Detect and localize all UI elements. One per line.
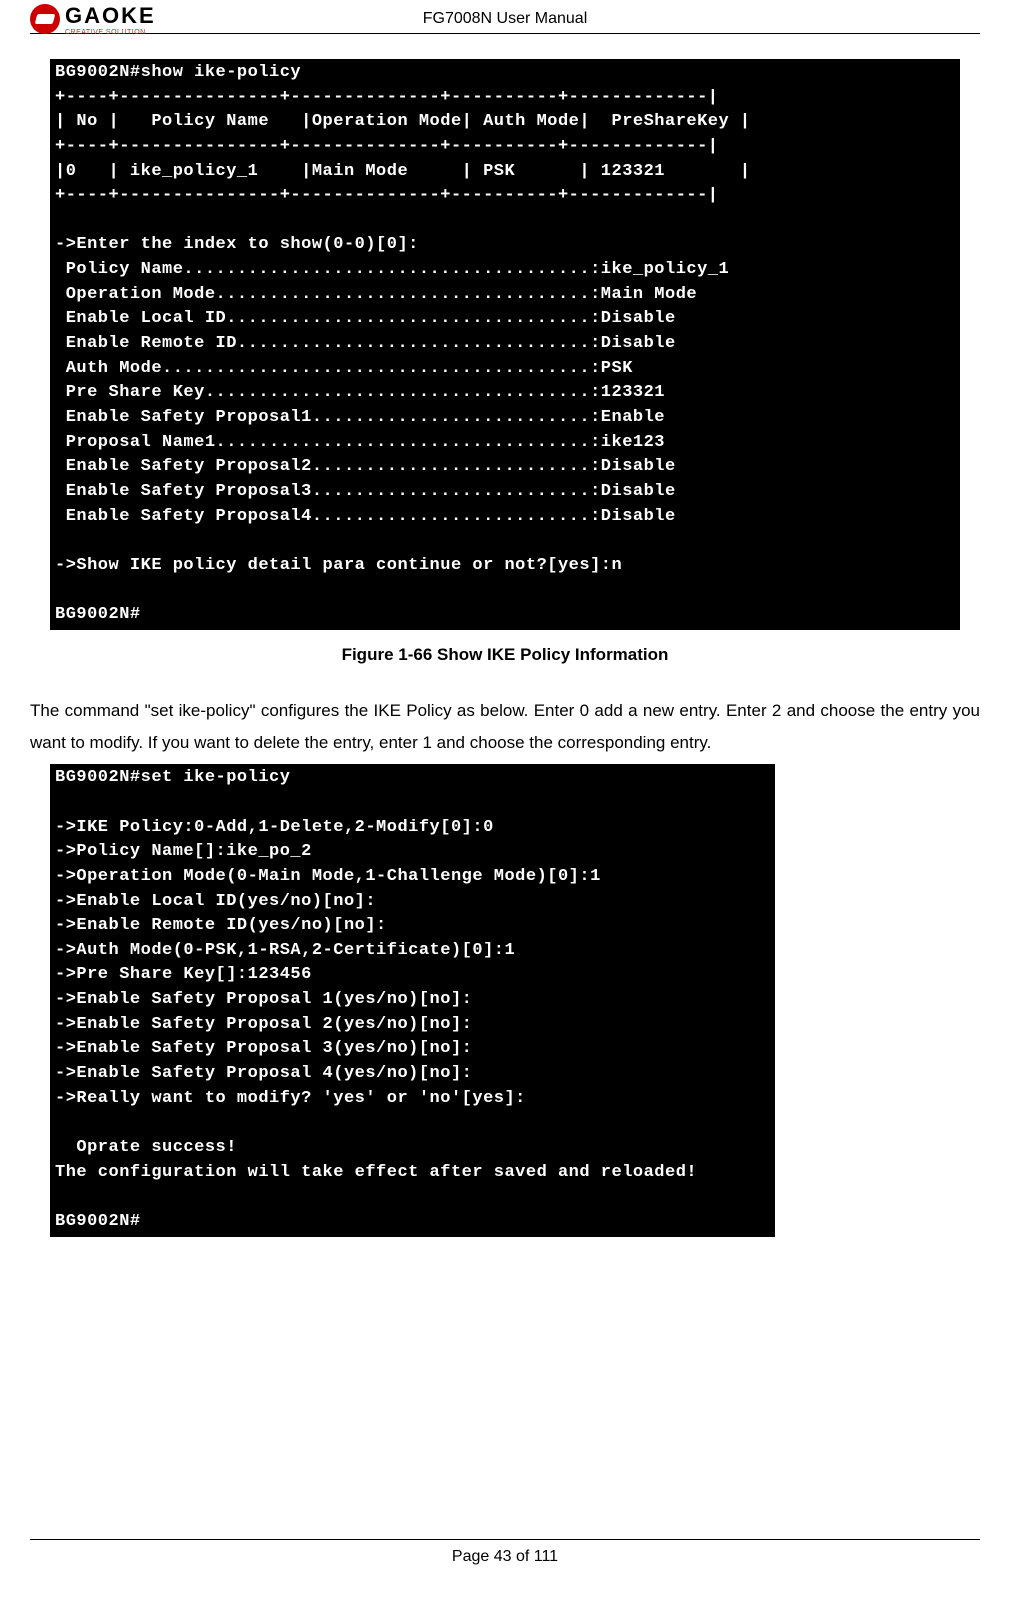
logo-text-block: GAOKE CREATIVE SOLUTION [65, 3, 156, 36]
body-paragraph: The command "set ike-policy" configures … [30, 695, 980, 760]
figure-caption: Figure 1-66 Show IKE Policy Information [30, 645, 980, 665]
logo-block: GAOKE CREATIVE SOLUTION [30, 3, 156, 36]
page-footer: Page 43 of 111 [30, 1539, 980, 1566]
terminal-output-show-ike: BG9002N#show ike-policy +----+----------… [50, 59, 960, 630]
logo-icon [30, 4, 60, 34]
logo-text: GAOKE [65, 3, 156, 29]
page-container: GAOKE CREATIVE SOLUTION FG7008N User Man… [0, 0, 1010, 1606]
page-header: GAOKE CREATIVE SOLUTION FG7008N User Man… [30, 0, 980, 34]
logo-tagline: CREATIVE SOLUTION [65, 29, 156, 36]
document-title: FG7008N User Manual [423, 10, 588, 28]
terminal-output-set-ike: BG9002N#set ike-policy ->IKE Policy:0-Ad… [50, 764, 775, 1236]
